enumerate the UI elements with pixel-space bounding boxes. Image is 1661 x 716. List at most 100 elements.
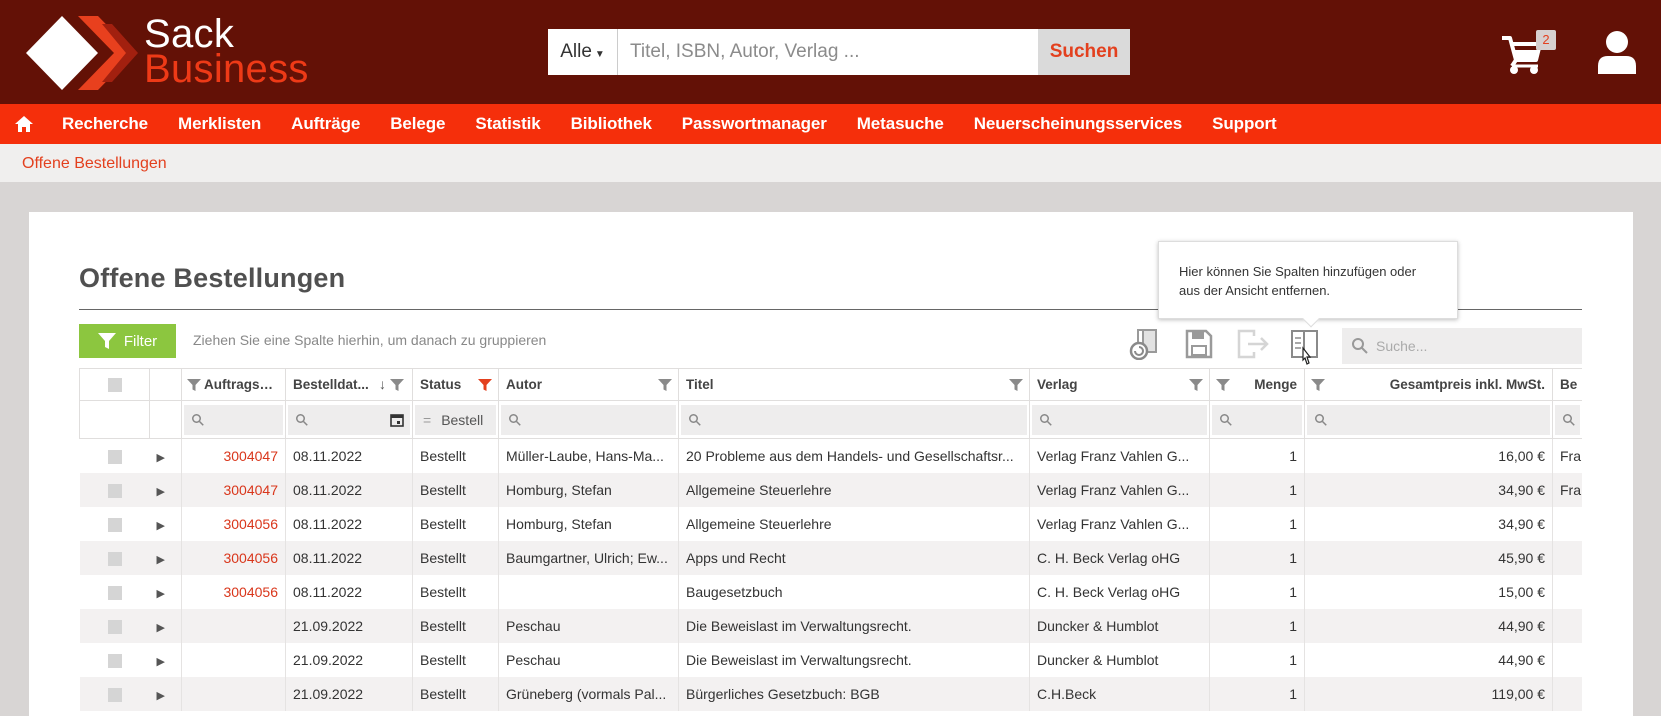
home-button[interactable] <box>1 104 47 144</box>
sack-business-logo[interactable]: Sack Business <box>26 14 326 90</box>
search-scope-select[interactable]: Alle ▼ <box>548 29 618 75</box>
nav-item-neuerscheinungsservices[interactable]: Neuerscheinungsservices <box>959 104 1197 144</box>
cart-button[interactable]: 2 <box>1500 30 1556 76</box>
table-row[interactable]: ▶ 21.09.2022 Bestellt Peschau Die Beweislast… <box>80 642 1582 677</box>
table-row[interactable]: ▶ 21.09.2022 Bestellt Peschau Die Beweislast… <box>79 608 1582 643</box>
nav-item-support[interactable]: Support <box>1197 104 1291 144</box>
filter-input-order[interactable] <box>184 404 283 435</box>
filter-cell-order[interactable] <box>181 400 286 439</box>
col-header-extra[interactable]: Be <box>1552 368 1582 401</box>
filter-button[interactable]: Filter <box>79 324 176 358</box>
table-row[interactable]: ▶ 3004056 08.11.2022 Bestellt Baugesetzbuch C… <box>80 574 1582 609</box>
expand-row-icon[interactable]: ▶ <box>157 622 165 634</box>
nav-item-belege[interactable]: Belege <box>375 104 460 144</box>
nav-item-statistik[interactable]: Statistik <box>460 104 555 144</box>
row-checkbox[interactable] <box>107 449 122 464</box>
filter-icon[interactable] <box>187 378 201 392</box>
expand-row-icon[interactable]: ▶ <box>157 656 165 668</box>
cell-title: Baugesetzbuch <box>678 574 1030 609</box>
expand-row-icon[interactable]: ▶ <box>157 520 165 532</box>
col-header-status[interactable]: Status <box>412 368 499 401</box>
col-header-publisher[interactable]: Verlag <box>1029 368 1210 401</box>
row-checkbox[interactable] <box>107 517 122 532</box>
table-row[interactable]: ▶ 3004056 08.11.2022 Bestellt Baumgartner, U… <box>79 540 1582 575</box>
filter-cell-price[interactable] <box>1304 400 1553 439</box>
filter-input-title[interactable] <box>681 404 1027 435</box>
col-header-order[interactable]: Auftragsn... <box>181 368 286 401</box>
account-button[interactable] <box>1596 30 1638 76</box>
filter-input-extra[interactable] <box>1555 404 1580 435</box>
cell-status: Bestellt <box>412 472 499 507</box>
search-button[interactable]: Suchen <box>1038 29 1130 75</box>
cell-order[interactable]: 3004047 <box>181 472 286 507</box>
filter-cell-date[interactable] <box>285 400 413 439</box>
filter-input-price[interactable] <box>1307 404 1550 435</box>
expand-row-icon[interactable]: ▶ <box>157 554 165 566</box>
filter-icon[interactable] <box>1216 378 1230 392</box>
nav-item-auftraege[interactable]: Aufträge <box>276 104 375 144</box>
col-header-order-date[interactable]: Bestelldat... ↓ <box>285 368 413 401</box>
filter-active-icon[interactable] <box>478 378 492 392</box>
cell-order[interactable] <box>181 608 286 643</box>
filter-icon[interactable] <box>1311 378 1325 392</box>
filter-cell-author[interactable] <box>498 400 679 439</box>
reset-layout-button[interactable] <box>1128 328 1162 361</box>
sort-desc-icon[interactable]: ↓ <box>379 376 386 392</box>
nav-item-metasuche[interactable]: Metasuche <box>842 104 959 144</box>
col-header-label: Be <box>1560 377 1578 392</box>
col-header-quantity[interactable]: Menge <box>1209 368 1305 401</box>
row-checkbox[interactable] <box>107 585 122 600</box>
export-button[interactable] <box>1236 328 1270 360</box>
select-all-checkbox[interactable] <box>107 378 122 393</box>
filter-icon[interactable] <box>1189 378 1203 392</box>
cell-order[interactable] <box>181 642 286 677</box>
filter-cell-title[interactable] <box>678 400 1030 439</box>
filter-icon[interactable] <box>658 378 672 392</box>
grid-search-input[interactable] <box>1376 338 1576 354</box>
table-row[interactable]: ▶ 3004047 08.11.2022 Bestellt Müller-Laube, … <box>80 438 1582 473</box>
filter-input-date[interactable] <box>288 404 410 435</box>
nav-item-merklisten[interactable]: Merklisten <box>163 104 276 144</box>
cell-order[interactable] <box>181 676 286 711</box>
search-input[interactable] <box>618 29 1038 75</box>
column-chooser-button[interactable] <box>1289 328 1323 365</box>
cell-order[interactable]: 3004047 <box>181 438 286 473</box>
filter-icon[interactable] <box>390 378 404 392</box>
row-checkbox[interactable] <box>107 619 122 634</box>
save-layout-button[interactable] <box>1182 328 1216 360</box>
filter-input-status[interactable]: = Bestell <box>415 404 496 435</box>
table-row[interactable]: ▶ 21.09.2022 Bestellt Grüneberg (vormals Pa… <box>79 676 1582 711</box>
table-row[interactable]: ▶ 3004047 08.11.2022 Bestellt Homburg, Stefa… <box>79 472 1582 507</box>
col-header-title[interactable]: Titel <box>678 368 1030 401</box>
expand-row-icon[interactable]: ▶ <box>157 588 165 600</box>
row-checkbox[interactable] <box>107 687 122 702</box>
col-header-author[interactable]: Autor <box>498 368 679 401</box>
cell-price: 44,90 € <box>1304 608 1553 643</box>
cart-count-badge: 2 <box>1536 30 1556 50</box>
cell-order[interactable]: 3004056 <box>181 540 286 575</box>
filter-cell-extra[interactable] <box>1552 400 1582 439</box>
nav-item-bibliothek[interactable]: Bibliothek <box>556 104 667 144</box>
row-checkbox[interactable] <box>107 653 122 668</box>
filter-icon[interactable] <box>1009 378 1023 392</box>
filter-cell-status[interactable]: = Bestell <box>412 400 499 439</box>
filter-input-author[interactable] <box>501 404 676 435</box>
cell-order[interactable]: 3004056 <box>181 506 286 541</box>
filter-cell-publisher[interactable] <box>1029 400 1210 439</box>
filter-cell-quantity[interactable] <box>1209 400 1305 439</box>
select-all-header[interactable] <box>79 368 150 401</box>
cell-order[interactable]: 3004056 <box>181 574 286 609</box>
calendar-icon[interactable] <box>390 413 404 427</box>
row-checkbox[interactable] <box>107 551 122 566</box>
nav-item-passwortmanager[interactable]: Passwortmanager <box>667 104 842 144</box>
expand-row-icon[interactable]: ▶ <box>157 690 165 702</box>
table-row[interactable]: ▶ 3004056 08.11.2022 Bestellt Homburg, Stefa… <box>80 506 1582 541</box>
filter-input-quantity[interactable] <box>1212 404 1302 435</box>
filter-input-publisher[interactable] <box>1032 404 1207 435</box>
col-header-total-price[interactable]: Gesamtpreis inkl. MwSt. <box>1304 368 1553 401</box>
row-checkbox[interactable] <box>107 483 122 498</box>
expand-row-icon[interactable]: ▶ <box>157 486 165 498</box>
expand-row-icon[interactable]: ▶ <box>157 452 165 464</box>
nav-item-recherche[interactable]: Recherche <box>47 104 163 144</box>
breadcrumb-current[interactable]: Offene Bestellungen <box>22 155 167 173</box>
